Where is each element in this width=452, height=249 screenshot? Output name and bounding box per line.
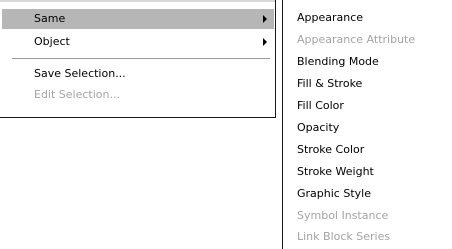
submenu-arrow-icon — [263, 38, 267, 46]
submenu-item-label: Fill Color — [297, 99, 344, 112]
submenu-item-appearance-attribute: Appearance Attribute — [283, 30, 451, 50]
submenu-item-label: Blending Mode — [297, 55, 379, 68]
submenu-item-stroke-color[interactable]: Stroke Color — [283, 140, 451, 160]
submenu-item-label: Graphic Style — [297, 187, 371, 200]
same-submenu: Appearance Appearance Attribute Blending… — [282, 0, 452, 249]
menu-item-label: Same — [34, 12, 66, 25]
select-context-menu: Same Object Save Selection... Edit Selec… — [0, 0, 276, 118]
submenu-item-opacity[interactable]: Opacity — [283, 118, 451, 138]
menu-item-label: Edit Selection... — [34, 88, 120, 101]
submenu-item-fill-color[interactable]: Fill Color — [283, 96, 451, 116]
submenu-item-label: Stroke Color — [297, 143, 365, 156]
submenu-item-label: Stroke Weight — [297, 165, 374, 178]
submenu-item-label: Appearance Attribute — [297, 33, 416, 46]
menu-item-same[interactable]: Same — [2, 9, 274, 29]
submenu-item-stroke-weight[interactable]: Stroke Weight — [283, 162, 451, 182]
submenu-item-appearance[interactable]: Appearance — [283, 8, 451, 28]
menu-item-save-selection[interactable]: Save Selection... — [2, 64, 274, 84]
menu-item-object[interactable]: Object — [2, 32, 274, 52]
menu-item-label: Save Selection... — [34, 67, 126, 80]
submenu-arrow-icon — [263, 15, 267, 23]
submenu-item-label: Symbol Instance — [297, 209, 389, 222]
submenu-item-label: Opacity — [297, 121, 340, 134]
menu-separator — [12, 58, 270, 59]
submenu-item-label: Link Block Series — [297, 230, 391, 243]
menu-item-label: Object — [34, 35, 70, 48]
submenu-item-fill-and-stroke[interactable]: Fill & Stroke — [283, 74, 451, 94]
submenu-item-blending-mode[interactable]: Blending Mode — [283, 52, 451, 72]
submenu-item-label: Fill & Stroke — [297, 77, 363, 90]
submenu-item-link-block-series: Link Block Series — [283, 227, 451, 247]
submenu-item-symbol-instance: Symbol Instance — [283, 206, 451, 226]
submenu-item-label: Appearance — [297, 11, 364, 24]
menu-item-edit-selection: Edit Selection... — [2, 85, 274, 105]
submenu-item-graphic-style[interactable]: Graphic Style — [283, 184, 451, 204]
